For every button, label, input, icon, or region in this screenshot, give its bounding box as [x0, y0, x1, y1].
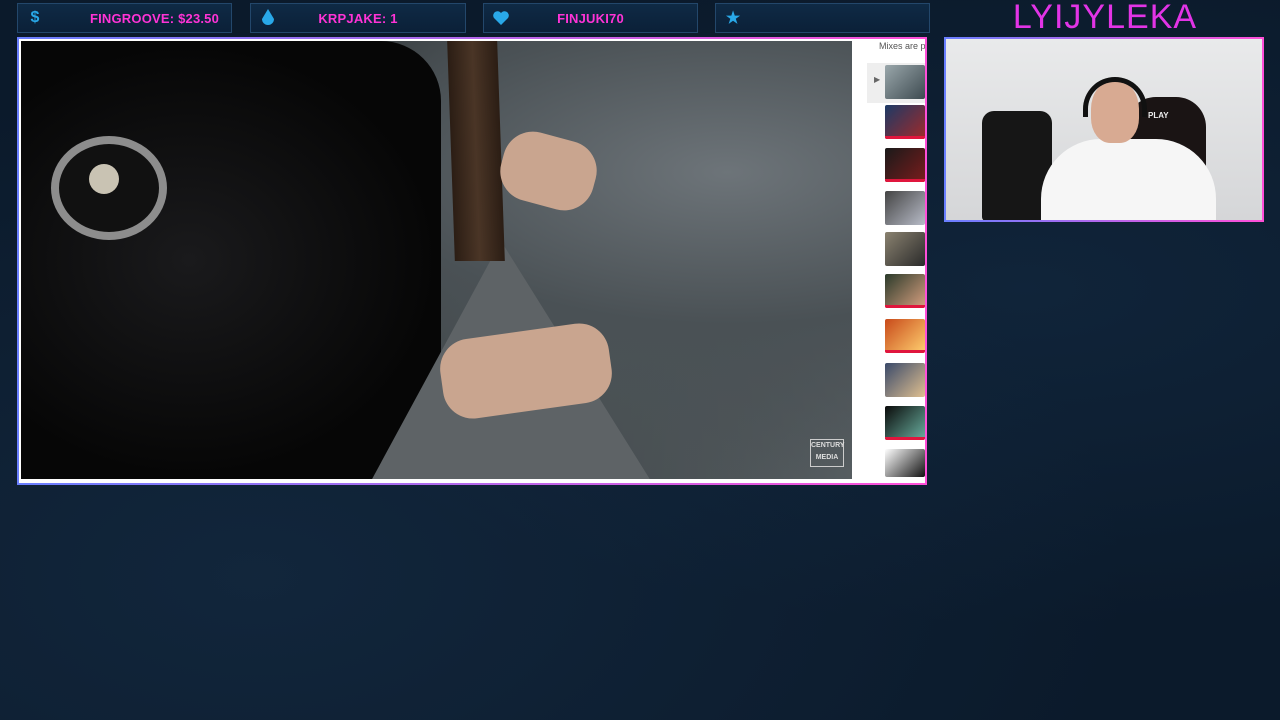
- webcam-feed: PLAY: [944, 37, 1264, 222]
- channel-name: LYIJYLEKA: [1012, 0, 1198, 36]
- watermark-logo: CENTURY MEDIA: [810, 439, 845, 467]
- mixes-label: Mixes are p: [879, 41, 926, 51]
- stat-donation-text: FINGROOVE: $23.50: [89, 11, 220, 26]
- play-icon: ▶: [874, 75, 881, 84]
- video-capture-frame: CENTURY MEDIA Mixes are p ▶: [17, 37, 927, 485]
- webcam-person-body: [1041, 139, 1216, 220]
- headset-icon: [1083, 77, 1147, 117]
- video-hand-upper: [493, 124, 604, 218]
- star-icon: ★: [725, 10, 741, 27]
- video-thumbnail[interactable]: [885, 274, 925, 308]
- video-thumbnail[interactable]: [885, 319, 925, 353]
- stat-bits-text: KRPJAKE: 1: [318, 11, 398, 26]
- video-player[interactable]: CENTURY MEDIA: [21, 41, 852, 479]
- video-thumbnail[interactable]: [885, 148, 925, 182]
- stat-box-follower: FINJUKI70: [483, 3, 698, 33]
- stat-box-bits: KRPJAKE: 1: [250, 3, 466, 33]
- chair-logo: PLAY: [1148, 111, 1169, 120]
- dollar-icon: $: [30, 9, 40, 26]
- video-thumbnail[interactable]: [885, 105, 925, 139]
- video-thumbnail[interactable]: [885, 232, 925, 266]
- video-thumbnail[interactable]: [885, 449, 925, 477]
- stat-follower-text: FINJUKI70: [557, 11, 624, 26]
- video-thumbnail[interactable]: [885, 363, 925, 397]
- video-thumbnail[interactable]: [885, 406, 925, 440]
- video-thumbnail[interactable]: [885, 191, 925, 225]
- related-videos-panel: Mixes are p ▶: [867, 41, 925, 479]
- stat-box-donation: $ FINGROOVE: $23.50: [17, 3, 232, 33]
- video-guitar-neck: [447, 41, 505, 261]
- stat-box-subscriber: ★: [715, 3, 930, 33]
- video-thumbnail[interactable]: [885, 65, 925, 99]
- video-patch: [51, 136, 167, 240]
